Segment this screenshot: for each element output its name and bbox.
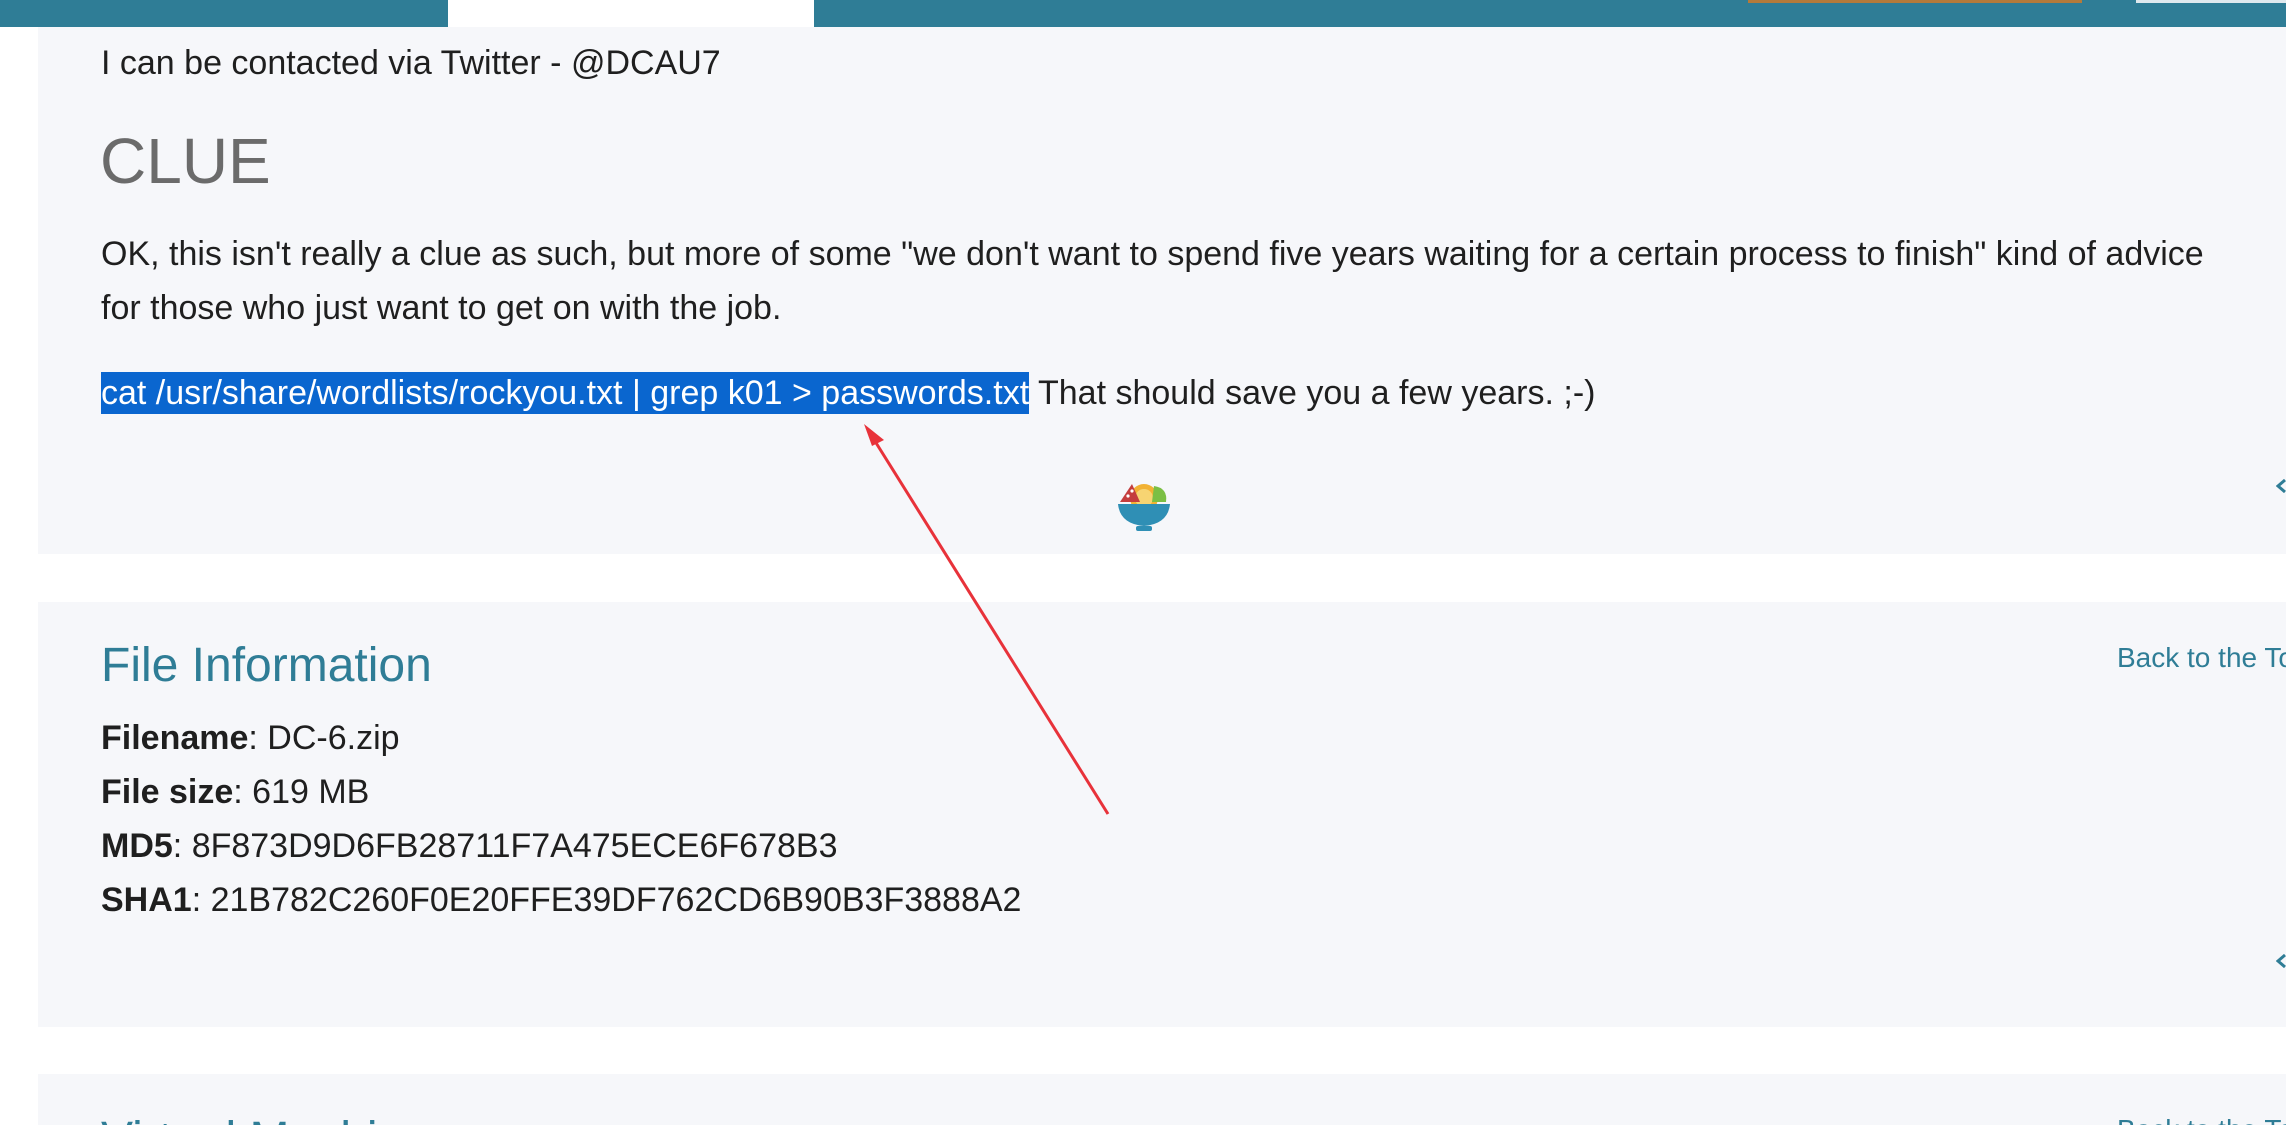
file-info-value: : 8F873D9D6FB28711F7A475ECE6F678B3 <box>172 827 838 865</box>
command-suffix-text: That should save you a few years. ;-) <box>1029 374 1596 412</box>
chevron-left-icon[interactable] <box>2276 479 2286 493</box>
nav-tab-active[interactable] <box>448 0 814 27</box>
chevron-left-icon[interactable] <box>2276 954 2286 968</box>
header-button[interactable] <box>1748 0 2082 3</box>
file-info-value: : 619 MB <box>233 773 370 811</box>
clue-command-line: cat /usr/share/wordlists/rockyou.txt | g… <box>101 369 1595 417</box>
file-info-label: Filename <box>101 719 249 757</box>
clue-paragraph: OK, this isn't really a clue as such, bu… <box>101 235 2204 327</box>
fruit-bowl-icon <box>1118 484 1170 531</box>
file-info-label: SHA1 <box>101 881 192 919</box>
back-to-top-link[interactable]: Back to the To <box>2117 640 2286 676</box>
file-info-label: MD5 <box>101 827 173 865</box>
clue-heading: CLUE <box>100 125 271 197</box>
header-button-right[interactable] <box>2136 0 2286 3</box>
file-info-value: : 21B782C260F0E20FFE39DF762CD6B90B3F3888… <box>191 881 1022 919</box>
contact-text: I can be contacted via Twitter - @DCAU7 <box>101 44 721 82</box>
file-info-row: Filename: DC-6.zip <box>101 714 400 762</box>
virtual-machine-heading: Virtual Machine <box>101 1110 431 1125</box>
file-info-label: File size <box>101 773 234 811</box>
file-info-row: SHA1: 21B782C260F0E20FFE39DF762CD6B90B3F… <box>101 876 1021 924</box>
selected-command-text[interactable]: cat /usr/share/wordlists/rockyou.txt | g… <box>101 372 1030 414</box>
file-info-row: MD5: 8F873D9D6FB28711F7A475ECE6F678B3 <box>101 822 837 870</box>
file-info-row: File size: 619 MB <box>101 768 369 816</box>
file-information-heading: File Information <box>101 639 432 692</box>
file-info-value: : DC-6.zip <box>248 719 400 757</box>
site-header <box>0 0 2286 27</box>
back-to-top-link[interactable]: Back to the To <box>2117 1112 2286 1125</box>
